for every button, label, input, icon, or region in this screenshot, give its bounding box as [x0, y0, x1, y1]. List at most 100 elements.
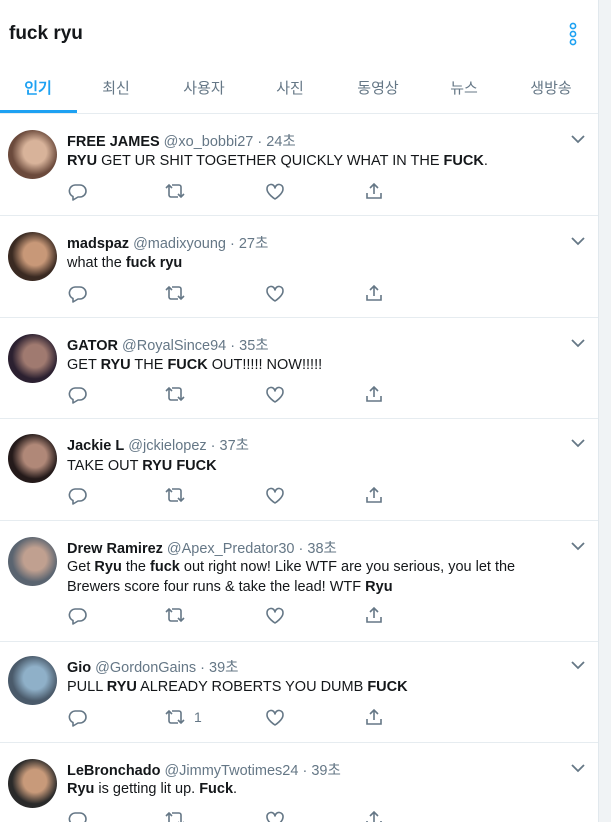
- reply-button[interactable]: [67, 485, 87, 505]
- share-icon: [366, 486, 382, 503]
- tweet-timestamp[interactable]: 39초: [209, 660, 238, 676]
- tweet-timestamp[interactable]: 35초: [239, 338, 268, 354]
- retweet-button[interactable]: [164, 181, 186, 201]
- tweet-author-name[interactable]: FREE JAMES: [67, 134, 160, 150]
- tab-photos[interactable]: 사진: [274, 77, 306, 98]
- reply-icon: [68, 183, 87, 201]
- tweet-text-segment: GET: [67, 357, 101, 373]
- tab-news[interactable]: 뉴스: [448, 77, 480, 98]
- share-button[interactable]: [364, 283, 384, 303]
- like-button[interactable]: [265, 605, 285, 625]
- tweet-author-handle[interactable]: @madixyoung: [133, 236, 226, 252]
- share-button[interactable]: [364, 384, 384, 404]
- tweet-timestamp[interactable]: 38초: [307, 541, 336, 557]
- tweet-author-handle[interactable]: @GordonGains: [95, 660, 196, 676]
- tweet-timestamp[interactable]: 37초: [220, 438, 249, 454]
- tweet-row[interactable]: Jackie L @jckielopez · 37초 TAKE OUT RYU FU…: [0, 419, 598, 521]
- tweet-row[interactable]: Drew Ramirez @Apex_Predator30 · 38초 Get Ry…: [0, 521, 598, 642]
- reply-button[interactable]: [67, 384, 87, 404]
- reply-icon: [68, 607, 87, 625]
- tweet-author-handle[interactable]: @JimmyTwotimes24: [164, 763, 298, 779]
- tweet-row[interactable]: FREE JAMES @xo_bobbi27 · 24초 RYU GET UR SH…: [0, 114, 598, 216]
- reply-icon: [68, 811, 87, 822]
- share-button[interactable]: [364, 809, 384, 822]
- tweet-timestamp[interactable]: 39초: [311, 763, 340, 779]
- tweet-author-name[interactable]: madspaz: [67, 236, 129, 252]
- tweet-text: TAKE OUT RYU FUCK: [67, 456, 567, 476]
- tweet-row[interactable]: Gio @GordonGains · 39초 PULL RYU ALREADY RO…: [0, 642, 598, 743]
- retweet-button[interactable]: [164, 485, 186, 505]
- retweet-button[interactable]: [164, 605, 186, 625]
- tab-live[interactable]: 생방송: [527, 77, 575, 98]
- tab-latest[interactable]: 최신: [100, 77, 132, 98]
- tab-people[interactable]: 사용자: [180, 77, 228, 98]
- like-button[interactable]: [265, 485, 285, 505]
- like-button[interactable]: [265, 384, 285, 404]
- tab-top[interactable]: 인기: [22, 77, 54, 98]
- share-button[interactable]: [364, 707, 384, 727]
- tweet-menu-button[interactable]: [569, 436, 587, 450]
- highlighted-keyword: FUCK: [167, 357, 208, 373]
- tweet-timestamp[interactable]: 24초: [266, 134, 295, 150]
- reply-button[interactable]: [67, 707, 87, 727]
- share-button[interactable]: [364, 485, 384, 505]
- reply-button[interactable]: [67, 181, 87, 201]
- tweet-menu-button[interactable]: [569, 234, 587, 248]
- tweet-timestamp[interactable]: 27초: [239, 236, 268, 252]
- share-icon: [366, 708, 382, 725]
- tweet-author-handle[interactable]: @Apex_Predator30: [167, 541, 295, 557]
- share-button[interactable]: [364, 605, 384, 625]
- tweet-menu-button[interactable]: [569, 761, 587, 775]
- retweet-icon: [165, 607, 185, 623]
- tweet-row[interactable]: LeBronchado @JimmyTwotimes24 · 39초 Ryu is …: [0, 743, 598, 822]
- avatar[interactable]: [8, 759, 57, 808]
- tweet-author-name[interactable]: LeBronchado: [67, 763, 160, 779]
- reply-icon: [68, 386, 87, 404]
- share-button[interactable]: [364, 181, 384, 201]
- tweet-text-segment: OUT!!!!! NOW!!!!!: [207, 357, 323, 373]
- like-button[interactable]: [265, 809, 285, 822]
- retweet-button[interactable]: [164, 809, 186, 822]
- tweet-menu-button[interactable]: [569, 132, 587, 146]
- tweet-text: Get Ryu the fuck out right now! Like WTF…: [67, 557, 567, 597]
- avatar[interactable]: [8, 656, 57, 705]
- reply-button[interactable]: [67, 809, 87, 822]
- retweet-button[interactable]: 1: [164, 707, 202, 727]
- tweet-row[interactable]: GATOR @RoyalSince94 · 35초 GET RYU THE FUCK…: [0, 318, 598, 419]
- tweet-author-name[interactable]: Jackie L: [67, 438, 124, 454]
- tweet-author-handle[interactable]: @jckielopez: [128, 438, 206, 454]
- retweet-button[interactable]: [164, 384, 186, 404]
- like-button[interactable]: [265, 707, 285, 727]
- reply-icon: [68, 709, 87, 727]
- avatar[interactable]: [8, 232, 57, 281]
- tweet-menu-button[interactable]: [569, 658, 587, 672]
- avatar[interactable]: [8, 434, 57, 483]
- tweet-header: GATOR @RoyalSince94 · 35초: [67, 334, 269, 355]
- more-options-button[interactable]: [564, 22, 582, 46]
- tweet-text-segment: THE: [130, 357, 168, 373]
- tweet-text-segment: GET UR SHIT TOGETHER QUICKLY WHAT IN THE: [97, 153, 444, 169]
- retweet-button[interactable]: [164, 283, 186, 303]
- retweet-icon: [165, 285, 185, 301]
- tweet-menu-button[interactable]: [569, 336, 587, 350]
- avatar[interactable]: [8, 334, 57, 383]
- tweet-actions: [67, 605, 397, 625]
- tweet-menu-button[interactable]: [569, 539, 587, 553]
- scrollbar-track[interactable]: [598, 0, 611, 822]
- avatar[interactable]: [8, 537, 57, 586]
- reply-button[interactable]: [67, 283, 87, 303]
- tweet-row[interactable]: madspaz @madixyoung · 27초 what the fuck ry…: [0, 216, 598, 318]
- like-button[interactable]: [265, 283, 285, 303]
- tweet-author-handle[interactable]: @xo_bobbi27: [164, 134, 254, 150]
- tweet-author-name[interactable]: Drew Ramirez: [67, 541, 163, 557]
- like-icon: [266, 607, 284, 624]
- tweet-author-handle[interactable]: @RoyalSince94: [122, 338, 226, 354]
- share-icon: [366, 182, 382, 199]
- like-button[interactable]: [265, 181, 285, 201]
- reply-button[interactable]: [67, 605, 87, 625]
- tweet-author-name[interactable]: Gio: [67, 660, 91, 676]
- tweet-separator: ·: [225, 236, 239, 252]
- tab-videos[interactable]: 동영상: [354, 77, 402, 98]
- tweet-author-name[interactable]: GATOR: [67, 338, 118, 354]
- avatar[interactable]: [8, 130, 57, 179]
